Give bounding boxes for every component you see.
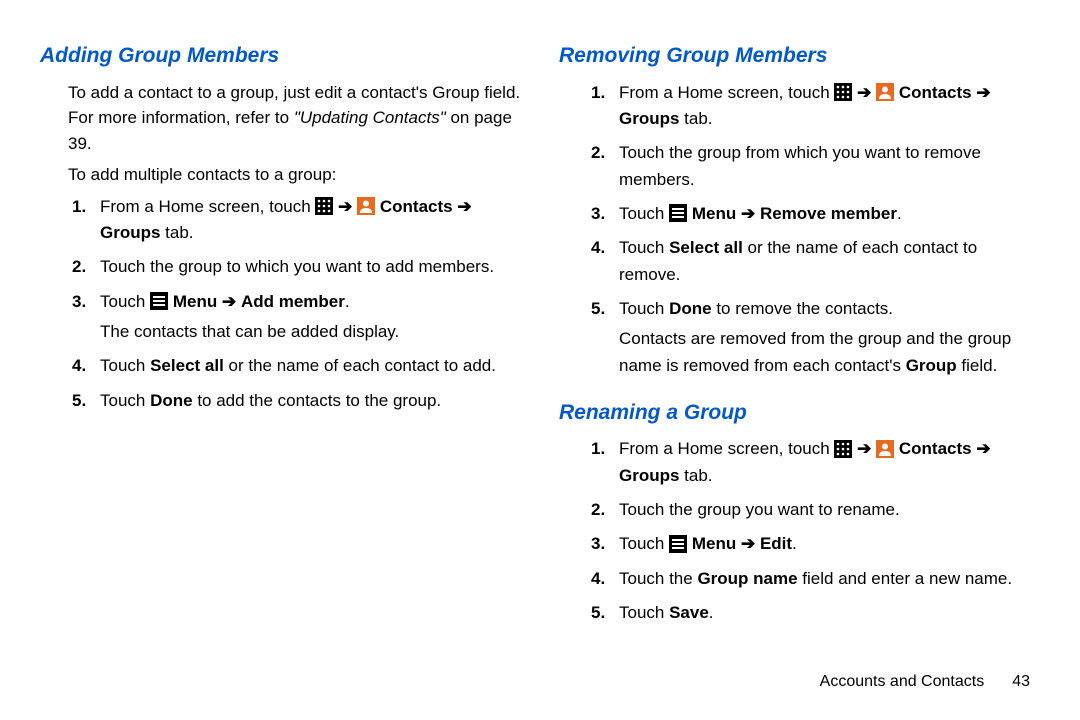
page-footer: Accounts and Contacts 43 bbox=[820, 670, 1030, 694]
menu-icon bbox=[669, 535, 687, 553]
menu-label: Menu bbox=[692, 534, 736, 553]
remove-member-label: Remove member bbox=[760, 204, 897, 223]
adding-steps-list: From a Home screen, touch ➔ Contacts ➔ G… bbox=[40, 194, 521, 414]
menu-icon bbox=[150, 292, 168, 310]
select-all-label: Select all bbox=[150, 356, 224, 375]
apps-grid-icon bbox=[315, 197, 333, 215]
step-text-tail: field and enter a new name. bbox=[798, 569, 1013, 588]
step-5: Touch Done to add the contacts to the gr… bbox=[100, 388, 521, 414]
heading-renaming-a-group: Renaming a Group bbox=[559, 397, 1040, 429]
note-text-2: field. bbox=[957, 356, 998, 375]
add-member-label: Add member bbox=[241, 292, 345, 311]
contacts-label: Contacts bbox=[899, 439, 972, 458]
step-3: Touch Menu ➔ Edit. bbox=[619, 531, 1040, 557]
step-3-note: The contacts that can be added display. bbox=[100, 319, 521, 345]
step-4: Touch the Group name field and enter a n… bbox=[619, 566, 1040, 592]
step-text: Touch bbox=[100, 292, 150, 311]
group-field-label: Group bbox=[906, 356, 957, 375]
step-text: Touch bbox=[619, 238, 669, 257]
menu-icon bbox=[669, 204, 687, 222]
step-text-tail: to remove the contacts. bbox=[712, 299, 893, 318]
select-all-label: Select all bbox=[669, 238, 743, 257]
arrow-icon: ➔ bbox=[857, 439, 871, 458]
step-2: Touch the group from which you want to r… bbox=[619, 140, 1040, 193]
step-1: From a Home screen, touch ➔ Contacts ➔ G… bbox=[619, 80, 1040, 133]
menu-label: Menu bbox=[692, 204, 736, 223]
removal-note: Contacts are removed from the group and … bbox=[619, 326, 1040, 379]
step-1: From a Home screen, touch ➔ Contacts ➔ G… bbox=[100, 194, 521, 247]
tab-suffix: tab. bbox=[679, 109, 712, 128]
period: . bbox=[709, 603, 714, 622]
step-text: From a Home screen, touch bbox=[100, 197, 315, 216]
step-text-tail: to add the contacts to the group. bbox=[193, 391, 442, 410]
contacts-icon bbox=[876, 83, 894, 101]
period: . bbox=[792, 534, 797, 553]
arrow-icon: ➔ bbox=[741, 534, 755, 553]
done-label: Done bbox=[669, 299, 712, 318]
heading-removing-group-members: Removing Group Members bbox=[559, 40, 1040, 72]
step-text: Touch bbox=[619, 204, 669, 223]
step-5: Touch Done to remove the contacts. Conta… bbox=[619, 296, 1040, 379]
step-2: Touch the group you want to rename. bbox=[619, 497, 1040, 523]
tab-suffix: tab. bbox=[679, 466, 712, 485]
done-label: Done bbox=[150, 391, 193, 410]
right-column: Removing Group Members From a Home scree… bbox=[559, 40, 1040, 720]
tab-suffix: tab. bbox=[160, 223, 193, 242]
step-1: From a Home screen, touch ➔ Contacts ➔ G… bbox=[619, 436, 1040, 489]
step-3: Touch Menu ➔ Remove member. bbox=[619, 201, 1040, 227]
period: . bbox=[897, 204, 902, 223]
arrow-icon: ➔ bbox=[976, 83, 990, 102]
step-text: From a Home screen, touch bbox=[619, 83, 834, 102]
arrow-icon: ➔ bbox=[338, 197, 352, 216]
intro-reference-italic: "Updating Contacts" bbox=[294, 108, 446, 127]
groups-label: Groups bbox=[100, 223, 160, 242]
removing-steps-list: From a Home screen, touch ➔ Contacts ➔ G… bbox=[559, 80, 1040, 379]
step-text: Touch bbox=[619, 603, 669, 622]
groups-label: Groups bbox=[619, 109, 679, 128]
arrow-icon: ➔ bbox=[976, 439, 990, 458]
renaming-steps-list: From a Home screen, touch ➔ Contacts ➔ G… bbox=[559, 436, 1040, 626]
arrow-icon: ➔ bbox=[857, 83, 871, 102]
footer-section-name: Accounts and Contacts bbox=[820, 670, 985, 694]
step-text: Touch bbox=[100, 391, 150, 410]
step-text: Touch the bbox=[619, 569, 697, 588]
arrow-icon: ➔ bbox=[741, 204, 755, 223]
contacts-label: Contacts bbox=[899, 83, 972, 102]
two-column-layout: Adding Group Members To add a contact to… bbox=[40, 40, 1040, 720]
step-5: Touch Save. bbox=[619, 600, 1040, 626]
period: . bbox=[345, 292, 350, 311]
step-text-tail: or the name of each contact to add. bbox=[224, 356, 496, 375]
save-label: Save bbox=[669, 603, 709, 622]
step-3: Touch Menu ➔ Add member. The contacts th… bbox=[100, 289, 521, 346]
edit-label: Edit bbox=[760, 534, 792, 553]
apps-grid-icon bbox=[834, 83, 852, 101]
left-column: Adding Group Members To add a contact to… bbox=[40, 40, 521, 720]
step-2: Touch the group to which you want to add… bbox=[100, 254, 521, 280]
group-name-label: Group name bbox=[697, 569, 797, 588]
step-text: Touch bbox=[100, 356, 150, 375]
apps-grid-icon bbox=[834, 440, 852, 458]
step-text: From a Home screen, touch bbox=[619, 439, 834, 458]
step-4: Touch Select all or the name of each con… bbox=[100, 353, 521, 379]
heading-adding-group-members: Adding Group Members bbox=[40, 40, 521, 72]
manual-page: Adding Group Members To add a contact to… bbox=[0, 0, 1080, 720]
step-text: Touch bbox=[619, 534, 669, 553]
groups-label: Groups bbox=[619, 466, 679, 485]
step-4: Touch Select all or the name of each con… bbox=[619, 235, 1040, 288]
arrow-icon: ➔ bbox=[222, 292, 236, 311]
arrow-icon: ➔ bbox=[457, 197, 471, 216]
contacts-label: Contacts bbox=[380, 197, 453, 216]
contacts-icon bbox=[357, 197, 375, 215]
menu-label: Menu bbox=[173, 292, 217, 311]
intro-paragraph: To add a contact to a group, just edit a… bbox=[40, 80, 521, 157]
contacts-icon bbox=[876, 440, 894, 458]
footer-page-number: 43 bbox=[1012, 670, 1030, 694]
lead-in-text: To add multiple contacts to a group: bbox=[40, 162, 521, 188]
step-text: Touch bbox=[619, 299, 669, 318]
